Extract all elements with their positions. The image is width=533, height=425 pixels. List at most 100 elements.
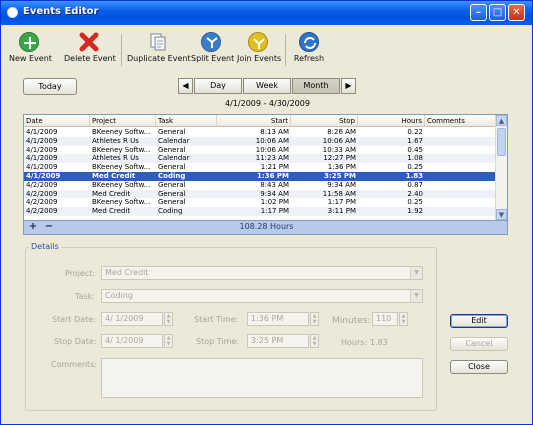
project-select[interactable]: Med Credit ▼	[101, 266, 423, 280]
table-row[interactable]: 4/1/2009 Athletes R Us Calendar 10:06 AM 10:…	[24, 136, 497, 146]
cell-date: 4/1/2009	[26, 136, 58, 145]
table-row[interactable]: 4/1/2009 BKeeney Softw... General 1:21 PM 1:…	[24, 163, 497, 172]
stop-date-label: Stop Date:	[54, 337, 97, 346]
join-events-button[interactable]: Join Events	[237, 32, 281, 63]
cell-start: 1:36 PM	[257, 172, 289, 180]
cell-project: Med Credit	[92, 207, 131, 216]
view-month-button[interactable]: Month	[292, 78, 340, 94]
cell-hours: 2.40	[407, 189, 423, 198]
stop-date-field[interactable]: 4/ 1/2009	[101, 334, 163, 348]
comments-label: Comments:	[51, 360, 98, 369]
cell-date: 4/1/2009	[26, 154, 58, 163]
delete-event-button[interactable]: Delete Event	[64, 32, 116, 63]
table-row[interactable]: 4/1/2009 BKeeney Softw... General 8:13 AM 8:…	[24, 128, 497, 137]
cell-task: General	[158, 189, 186, 198]
split-event-button[interactable]: Split Event	[191, 32, 234, 63]
cell-start: 10:06 AM	[255, 136, 289, 145]
cell-hours: 1.08	[407, 154, 423, 163]
cell-task: General	[158, 163, 186, 172]
chevron-down-icon: ▼	[410, 290, 422, 302]
table-row[interactable]: 4/1/2009 Med Credit Coding 1:36 PM 3:25 PM 1.…	[24, 172, 497, 181]
table-row[interactable]: 4/1/2009 BKeeney Softw... General 10:06 AM 1…	[24, 146, 497, 155]
cell-stop: 8:26 AM	[327, 128, 356, 136]
cell-stop: 3:11 PM	[327, 207, 356, 216]
scroll-up-arrow-icon[interactable]: ▲	[496, 115, 507, 126]
stop-time-stepper[interactable]: ▲ ▼	[310, 334, 319, 348]
column-header-start[interactable]: Start	[217, 115, 291, 127]
table-row[interactable]: 4/1/2009 Athletes R Us Calendar 11:23 AM 12:…	[24, 154, 497, 164]
cell-project: BKeeney Softw...	[92, 128, 151, 136]
column-header-date[interactable]: Date	[24, 115, 90, 127]
cell-hours: 0.22	[407, 128, 423, 136]
start-time-stepper[interactable]: ▲ ▼	[310, 312, 319, 326]
cell-hours: 0.87	[407, 180, 423, 189]
cell-date: 4/2/2009	[26, 198, 58, 207]
column-header-hours[interactable]: Hours	[358, 115, 425, 127]
stop-time-label: Stop Time:	[196, 337, 240, 346]
view-week-button[interactable]: Week	[243, 78, 291, 94]
hours-label: Hours:	[341, 338, 368, 347]
comments-textarea[interactable]	[101, 358, 423, 398]
minutes-label: Minutes:	[332, 316, 371, 326]
cell-stop: 12:27 PM	[323, 154, 356, 163]
today-button[interactable]: Today	[23, 78, 77, 95]
cell-date: 4/1/2009	[26, 145, 58, 154]
duplicate-event-button[interactable]: Duplicate Event	[127, 32, 191, 63]
add-row-button[interactable]: +	[26, 221, 40, 234]
column-header-task[interactable]: Task	[156, 115, 217, 127]
start-date-field[interactable]: 4/ 1/2009	[101, 312, 163, 326]
edit-button[interactable]: Edit	[450, 314, 508, 328]
cell-task: Coding	[158, 207, 183, 216]
cell-start: 1:02 PM	[260, 198, 289, 207]
task-select[interactable]: Coding ▼	[101, 289, 423, 303]
toolbar-separator	[285, 34, 286, 66]
title-bar: Events Editor – □ ✕	[1, 1, 532, 25]
cell-project: Athletes R Us	[92, 136, 139, 145]
column-header-project[interactable]: Project	[90, 115, 156, 127]
column-header-stop[interactable]: Stop	[291, 115, 358, 127]
cell-date: 4/1/2009	[26, 163, 58, 172]
cell-project: BKeeney Softw...	[92, 145, 151, 154]
cell-start: 9:34 AM	[260, 189, 289, 198]
minutes-stepper[interactable]: ▲ ▼	[399, 312, 408, 326]
table-row[interactable]: 4/2/2009 Med Credit General 9:34 AM 11:58 AM…	[24, 189, 497, 199]
next-period-button[interactable]: ▶	[341, 78, 356, 94]
cell-start: 8:13 AM	[260, 128, 289, 136]
table-row[interactable]: 4/2/2009 BKeeney Softw... General 8:43 AM 9:…	[24, 181, 497, 190]
remove-row-button[interactable]: −	[42, 221, 56, 234]
cancel-button[interactable]: Cancel	[450, 337, 508, 351]
events-table[interactable]: Date Project Task Start Stop Hours Comme…	[23, 114, 508, 221]
cell-project: Med Credit	[92, 172, 136, 180]
document-copy-icon	[148, 32, 168, 52]
cell-start: 8:43 AM	[260, 180, 289, 189]
refresh-button[interactable]: Refresh	[291, 32, 327, 63]
table-row[interactable]: 4/2/2009 BKeeney Softw... General 1:02 PM 1:…	[24, 198, 497, 207]
stop-date-stepper[interactable]: ▲ ▼	[164, 334, 173, 348]
table-footer: 108.28 Hours + −	[23, 221, 508, 235]
close-window-button[interactable]: ✕	[508, 4, 525, 21]
minimize-button[interactable]: –	[470, 4, 487, 21]
cell-hours: 1.92	[407, 207, 423, 216]
close-button[interactable]: Close	[450, 360, 508, 374]
cell-stop: 10:06 AM	[322, 136, 356, 145]
column-header-comments[interactable]: Comments	[425, 115, 497, 127]
refresh-arrows-icon	[299, 32, 319, 52]
cell-stop: 9:34 AM	[327, 180, 356, 189]
cell-start: 10:06 AM	[255, 145, 289, 154]
table-vertical-scrollbar[interactable]: ▲ ▼	[495, 115, 507, 220]
scrollbar-thumb[interactable]	[497, 128, 506, 156]
table-row[interactable]: 4/2/2009 Med Credit Coding 1:17 PM 3:11 PM 1.…	[24, 207, 497, 216]
cell-date: 4/2/2009	[26, 207, 58, 216]
cell-date: 4/2/2009	[26, 189, 58, 198]
start-time-field[interactable]: 1:36 PM	[247, 312, 309, 326]
chevron-down-icon: ▼	[410, 267, 422, 279]
minutes-field[interactable]: 110	[372, 312, 398, 326]
view-day-button[interactable]: Day	[194, 78, 242, 94]
start-date-stepper[interactable]: ▲ ▼	[164, 312, 173, 326]
scroll-down-arrow-icon[interactable]: ▼	[496, 209, 507, 220]
new-event-button[interactable]: New Event	[9, 32, 52, 63]
stop-time-field[interactable]: 3:25 PM	[247, 334, 309, 348]
previous-period-button[interactable]: ◀	[178, 78, 193, 94]
hours-value: 1.83	[370, 338, 388, 347]
maximize-button[interactable]: □	[489, 4, 506, 21]
